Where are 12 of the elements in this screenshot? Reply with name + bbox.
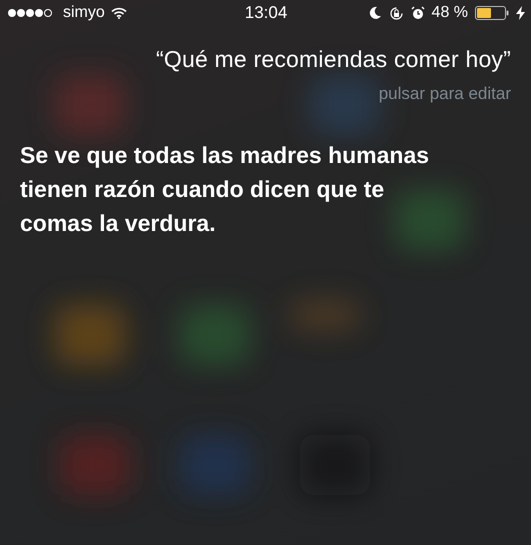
spoken-query: “Qué me recomiendas comer hoy” xyxy=(156,46,511,73)
battery-icon xyxy=(475,6,510,20)
carrier-name: simyo xyxy=(63,4,105,22)
alarm-clock-icon xyxy=(410,6,425,20)
charging-bolt-icon xyxy=(516,6,526,20)
battery-percentage: 48 % xyxy=(432,4,468,22)
rotation-lock-icon xyxy=(388,6,404,20)
clock-time: 13:04 xyxy=(244,3,288,23)
assistant-answer: Se ve que todas las madres humanas tienen razón cuando dicen que te comas la verdura. xyxy=(20,141,430,238)
moon-icon xyxy=(368,6,382,20)
tap-to-edit-link[interactable]: pulsar para editar xyxy=(378,84,511,104)
wifi-icon xyxy=(110,7,127,19)
